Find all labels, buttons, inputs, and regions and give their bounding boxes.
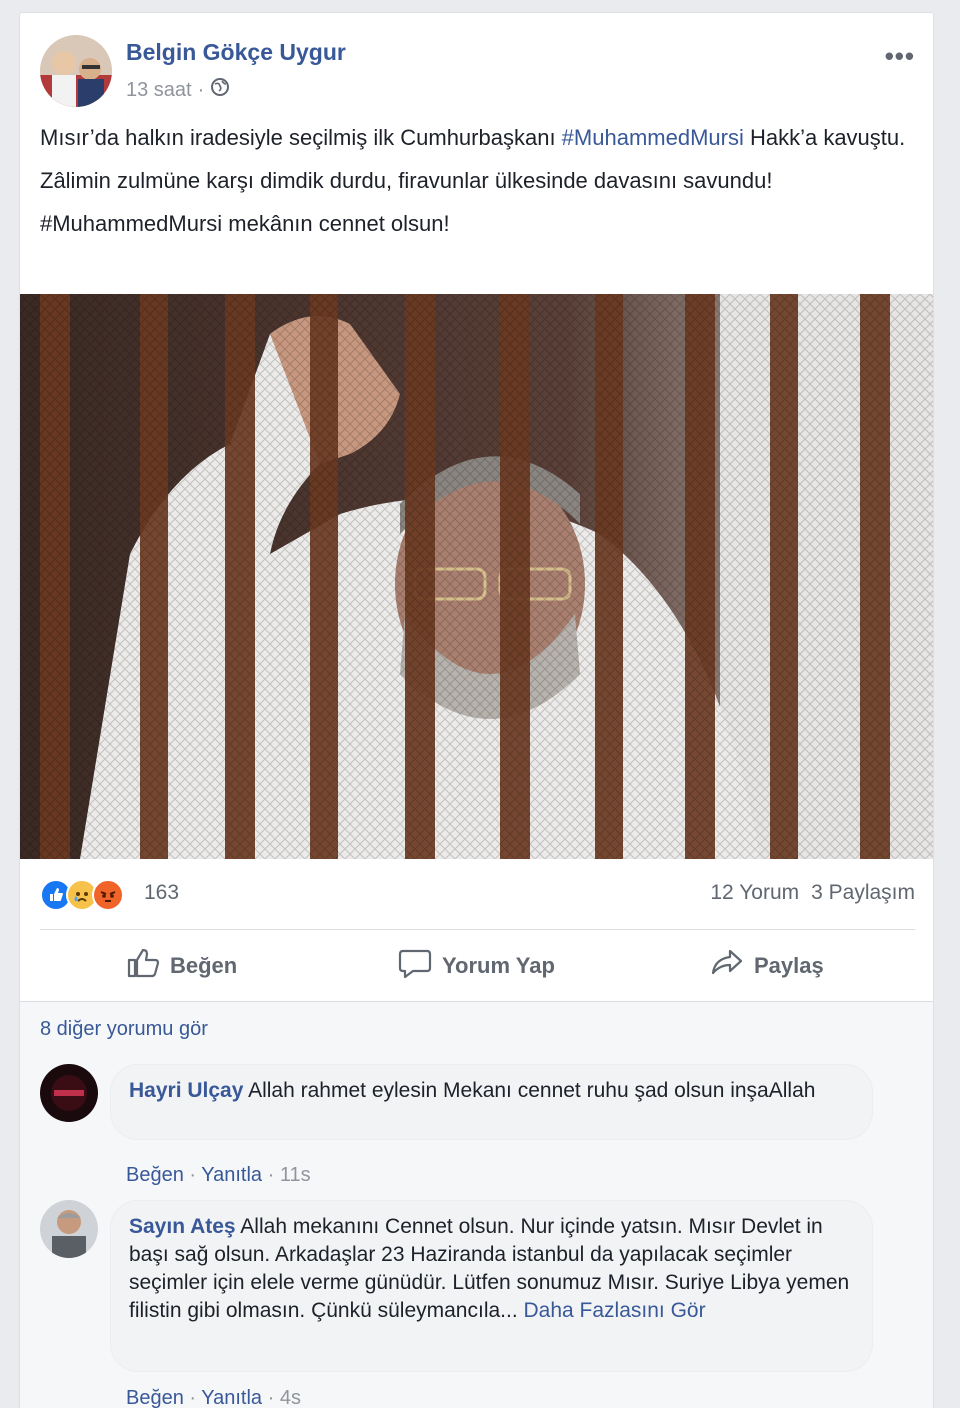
comment-count[interactable]: 12 Yorum — [710, 881, 799, 905]
engagement-stats: 12 Yorum 3 Paylaşım — [710, 881, 915, 905]
post-text: Mısır’da halkın iradesiyle seçilmiş ilk … — [40, 121, 920, 250]
author-name[interactable]: Belgin Gökçe Uygur — [126, 39, 346, 66]
post-time[interactable]: 13 saat — [126, 79, 192, 102]
author-avatar[interactable] — [40, 35, 112, 107]
globe-icon[interactable] — [210, 77, 230, 103]
comment-icon — [398, 947, 432, 985]
reaction-count[interactable]: 163 — [144, 881, 179, 905]
share-button[interactable]: Paylaş — [710, 947, 824, 985]
more-options-icon[interactable]: ••• — [885, 41, 915, 72]
post-paragraph-2: Zâlimin zulmüne karşı dimdik durdu, fira… — [40, 168, 773, 193]
like-label: Beğen — [170, 953, 238, 978]
like-button[interactable]: Beğen — [126, 947, 237, 985]
commenter-avatar[interactable] — [40, 1064, 98, 1122]
meta-separator: · — [197, 78, 205, 101]
read-more-link[interactable]: Daha Fazlasını Gör — [524, 1299, 706, 1322]
commenter-avatar[interactable] — [40, 1200, 98, 1258]
share-arrow-icon — [710, 947, 744, 985]
comment-time[interactable]: 4s — [280, 1387, 301, 1408]
see-more-comments-link[interactable]: 8 diğer yorumu gör — [40, 1018, 208, 1041]
post-paragraph-1: Mısır’da halkın iradesiyle seçilmiş ilk … — [40, 125, 906, 150]
comment-time[interactable]: 11s — [280, 1164, 311, 1186]
comment-actions: Beğen · Yanıtla · 11s — [126, 1164, 311, 1186]
comment-label: Yorum Yap — [442, 953, 555, 978]
hashtag-link[interactable]: #MuhammedMursi — [562, 125, 744, 150]
thumbs-up-icon — [126, 947, 160, 985]
post-card: Belgin Gökçe Uygur 13 saat · ••• Mısır’d… — [19, 12, 934, 1408]
comments-section: 8 diğer yorumu gör Hayri Ulçay Allah rah… — [20, 1002, 933, 1408]
comment-like-link[interactable]: Beğen — [126, 1387, 184, 1408]
divider — [40, 929, 915, 930]
comment-text: Allah mekanını Cennet olsun. Nur içinde … — [129, 1215, 850, 1322]
post-paragraph-3: #MuhammedMursi mekânın cennet olsun! — [40, 211, 450, 236]
commenter-name[interactable]: Hayri Ulçay — [129, 1079, 243, 1102]
comment-bubble: Hayri Ulçay Allah rahmet eylesin Mekanı … — [110, 1064, 873, 1140]
share-count[interactable]: 3 Paylaşım — [811, 881, 915, 905]
post-meta: 13 saat · — [126, 77, 230, 103]
reaction-icons[interactable] — [40, 879, 124, 911]
angry-reaction-icon — [92, 879, 124, 911]
reactions-bar: 163 12 Yorum 3 Paylaşım — [40, 875, 915, 915]
post-actions: Beğen Yorum Yap Paylaş — [40, 937, 915, 997]
share-label: Paylaş — [754, 953, 824, 978]
comment-reply-link[interactable]: Yanıtla — [201, 1387, 262, 1408]
comment-button[interactable]: Yorum Yap — [398, 947, 555, 985]
post-photo[interactable] — [20, 294, 933, 859]
comment-like-link[interactable]: Beğen — [126, 1164, 184, 1186]
commenter-name[interactable]: Sayın Ateş — [129, 1215, 236, 1238]
comment-text: Allah rahmet eylesin Mekanı cennet ruhu … — [248, 1079, 816, 1102]
comment-bubble: Sayın Ateş Allah mekanını Cennet olsun. … — [110, 1200, 873, 1372]
comment-reply-link[interactable]: Yanıtla — [201, 1164, 262, 1186]
post-header: Belgin Gökçe Uygur 13 saat · ••• — [40, 35, 915, 109]
comment-actions: Beğen · Yanıtla · 4s — [126, 1387, 301, 1408]
